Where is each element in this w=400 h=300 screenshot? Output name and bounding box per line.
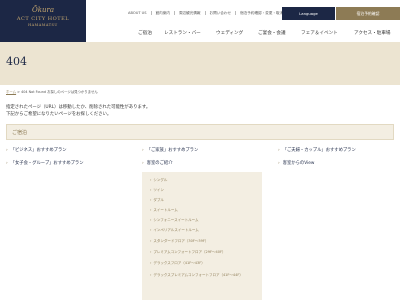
link-rooms[interactable]: › 客室のご紹介 — [142, 160, 173, 166]
utility-link-facility[interactable]: 館内案内 — [150, 11, 170, 15]
breadcrumb: ホーム > 404 Not Found お探しのページは見つかりません — [6, 89, 98, 94]
message-line-1: 指定されたページ（URL）は移動したか、削除された可能性があります。 — [6, 105, 151, 110]
breadcrumb-home[interactable]: ホーム — [6, 90, 16, 94]
page-title: 404 — [6, 55, 27, 68]
chevron-right-icon: › — [150, 198, 152, 202]
submenu-item-standard-floor[interactable]: › スタンダードフロア（30F～39F） — [150, 239, 208, 244]
language-button[interactable]: Language — [282, 7, 335, 20]
chevron-right-icon: › — [150, 261, 152, 265]
utility-link-contact[interactable]: お問い合わせ — [204, 11, 232, 15]
chevron-right-icon: › — [150, 228, 152, 232]
chevron-right-icon: › — [150, 188, 152, 192]
rooms-submenu: › シングル › ツイン › ダブル › スイートルーム › シンフォニースイートルーム … — [142, 172, 262, 300]
chevron-right-icon: › — [278, 148, 280, 153]
chevron-right-icon: › — [150, 208, 152, 212]
nav-wedding[interactable]: ウェディング — [216, 30, 243, 36]
not-found-message: 指定されたページ（URL）は移動したか、削除された可能性があります。 下記からご… — [6, 104, 150, 118]
submenu-item-imperial-suite[interactable]: › インペリアルスイートルーム — [150, 228, 199, 233]
utility-link-reservation-manage[interactable]: 宿泊予約確認・変更・取消 — [235, 11, 284, 15]
reservation-check-button[interactable]: 宿泊予約確認 — [336, 7, 400, 20]
site-header: Ōkura ACT CITY HOTEL HAMAMATSU ABOUT US 館… — [0, 0, 400, 42]
chevron-right-icon: › — [150, 273, 152, 277]
chevron-right-icon: › — [150, 178, 152, 182]
logo-mark: Ōkura — [31, 6, 54, 14]
link-girls-group-plan[interactable]: › 「女子会・グループ」おすすめプラン — [6, 160, 84, 166]
logo-line-2: HAMAMATSU — [28, 23, 58, 27]
submenu-item-twin[interactable]: › ツイン — [150, 188, 164, 193]
submenu-item-symphony-suite[interactable]: › シンフォニースイートルーム — [150, 218, 199, 223]
section-title: ご宿泊 — [12, 130, 28, 136]
link-couple-plan[interactable]: › 「ご夫婦・カップル」おすすめプラン — [278, 147, 356, 153]
chevron-right-icon: › — [150, 218, 152, 222]
submenu-item-double[interactable]: › ダブル — [150, 198, 164, 203]
nav-restaurant[interactable]: レストラン・バー — [164, 30, 201, 36]
submenu-item-premium-comfort-floor[interactable]: › プレミアムコンフォートフロア（29F～40F） — [150, 250, 226, 255]
chevron-right-icon: › — [150, 250, 152, 254]
breadcrumb-current: 404 Not Found お探しのページは見つかりません — [21, 90, 98, 94]
utility-link-about[interactable]: ABOUT US — [128, 11, 147, 15]
nav-stay[interactable]: ご宿泊 — [138, 30, 152, 36]
link-business-plan[interactable]: › 「ビジネス」おすすめプラン — [6, 147, 67, 153]
submenu-item-deluxe-floor[interactable]: › デラックスフロア（41F～43F） — [150, 261, 205, 266]
submenu-item-deluxe-premium-comfort-floor[interactable]: › デラックスプレミアムコンフォートフロア（41F～44F） — [150, 272, 258, 278]
page-hero: 404 — [0, 42, 400, 85]
chevron-right-icon: › — [142, 148, 144, 153]
chevron-right-icon: › — [278, 161, 280, 166]
chevron-down-icon: › — [142, 161, 144, 166]
hotel-logo[interactable]: Ōkura ACT CITY HOTEL HAMAMATSU — [0, 0, 86, 42]
nav-access[interactable]: アクセス・駐車場 — [354, 30, 391, 36]
utility-link-sightseeing[interactable]: 周辺観光情報 — [173, 11, 201, 15]
logo-line-1: ACT CITY HOTEL — [16, 16, 70, 22]
message-line-2: 下記からご希望になりたいページをお探しください。 — [6, 112, 112, 117]
utility-nav: ABOUT US 館内案内 周辺観光情報 お問い合わせ 宿泊予約確認・変更・取消 — [128, 11, 287, 16]
chevron-right-icon: › — [6, 148, 8, 153]
submenu-item-suite[interactable]: › スイートルーム — [150, 208, 178, 213]
link-room-view[interactable]: › 客室からのView — [278, 160, 314, 166]
chevron-right-icon: › — [6, 161, 8, 166]
nav-banquet[interactable]: ご宴会・会議 — [258, 30, 286, 36]
submenu-item-single[interactable]: › シングル — [150, 178, 167, 183]
section-header-stay: ご宿泊 — [6, 124, 394, 140]
link-family-plan[interactable]: › 「ご家族」おすすめプラン — [142, 147, 198, 153]
nav-fair-event[interactable]: フェア＆イベント — [301, 30, 338, 36]
chevron-right-icon: › — [150, 239, 152, 243]
